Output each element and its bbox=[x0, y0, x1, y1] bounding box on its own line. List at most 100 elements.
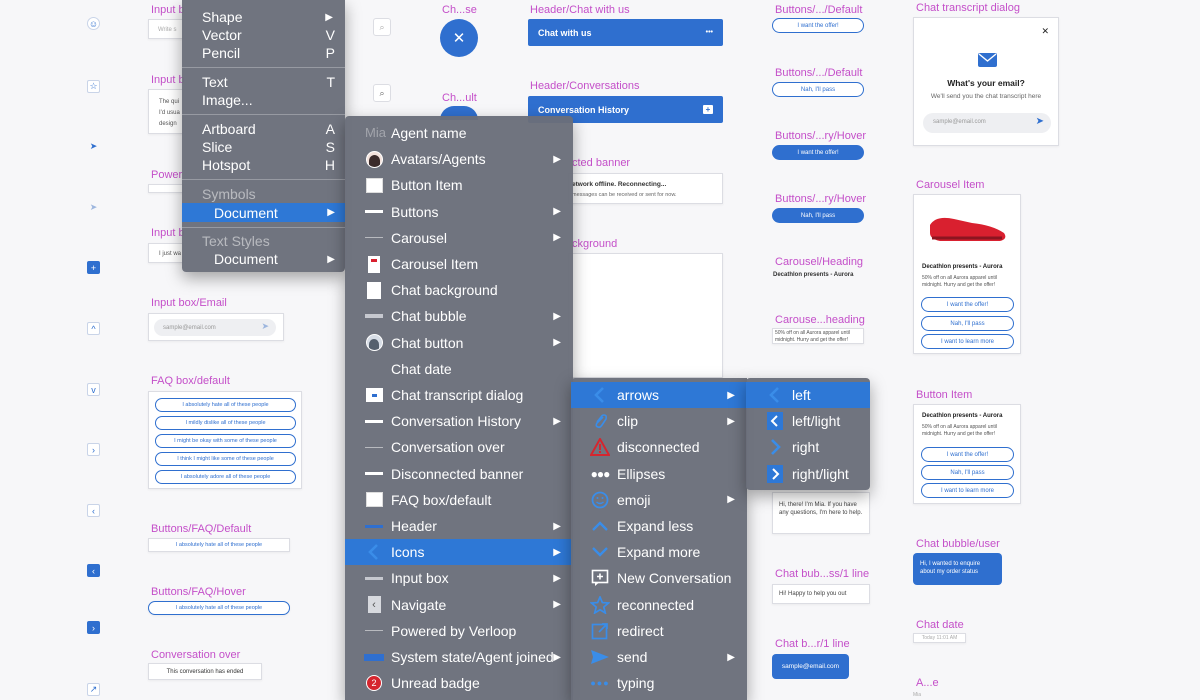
expand-less-icon[interactable]: ^ bbox=[87, 322, 100, 335]
menu-item-expand-less[interactable]: Expand less bbox=[571, 513, 747, 539]
faq-button-hover[interactable]: I absolutely hate all of these people bbox=[148, 601, 290, 615]
nah-pass-button[interactable]: Nah, I'll pass bbox=[921, 316, 1014, 331]
menu-item-avatars-agents[interactable]: Avatars/Agents ▶ bbox=[345, 146, 573, 172]
send-light-icon[interactable]: ➤ bbox=[87, 201, 100, 214]
menu-item-chat-bubble[interactable]: Chat bubble ▶ bbox=[345, 303, 573, 329]
email-field[interactable]: sample@email.com ➤ bbox=[154, 319, 276, 336]
menu-item-disconnected-banner[interactable]: Disconnected banner bbox=[345, 461, 573, 487]
send-icon[interactable]: ➤ bbox=[261, 321, 269, 332]
document-symbols-menu[interactable]: Mia Agent name Avatars/Agents ▶ Button Item… bbox=[345, 116, 573, 700]
want-offer-button[interactable]: I want the offer! bbox=[921, 297, 1014, 312]
faq-option[interactable]: I absolutely adore all of these people bbox=[155, 470, 296, 484]
input-box-artboard[interactable]: Write s bbox=[148, 19, 184, 39]
menu-item-navigate[interactable]: ‹ Navigate ▶ bbox=[345, 592, 573, 618]
menu-item-artboard[interactable]: Artboard A bbox=[182, 120, 345, 138]
menu-item-system-state-agent-joined[interactable]: System state/Agent joined ▶ bbox=[345, 644, 573, 670]
menu-item-powered-by-verloop[interactable]: Powered by Verloop bbox=[345, 618, 573, 644]
button-item-artboard[interactable]: Decathlon presents - Aurora 50% off on a… bbox=[913, 404, 1021, 504]
menu-item-conversation-over[interactable]: Conversation over bbox=[345, 434, 573, 460]
menu-item-pencil[interactable]: Pencil P bbox=[182, 44, 345, 62]
chevron-right-boxed-icon[interactable]: › bbox=[87, 621, 100, 634]
ellipsis-icon[interactable]: ••• bbox=[706, 29, 713, 36]
menu-item-ellipses[interactable]: ●●● Ellipses bbox=[571, 461, 747, 487]
menu-item-emoji[interactable]: emoji ▶ bbox=[571, 487, 747, 513]
menu-item-input-box[interactable]: Input box ▶ bbox=[345, 565, 573, 591]
menu-item-carousel-item[interactable]: Carousel Item bbox=[345, 251, 573, 277]
menu-item-chat-date[interactable]: Chat date bbox=[345, 356, 573, 382]
menu-item-agent-name[interactable]: Agent name bbox=[345, 120, 573, 146]
chat-button-close[interactable]: ✕ bbox=[440, 19, 478, 57]
input-box-artboard[interactable]: I just wa bbox=[148, 243, 184, 263]
faq-button-default[interactable]: I absolutely hate all of these people bbox=[148, 538, 290, 552]
learn-more-button[interactable]: I want to learn more bbox=[921, 483, 1014, 498]
menu-item-symbols-document[interactable]: Document ▶ bbox=[182, 203, 345, 222]
new-conversation-icon[interactable]: + bbox=[703, 105, 713, 114]
menu-item-chat-background[interactable]: Chat background bbox=[345, 277, 573, 303]
menu-item-typing[interactable]: ●●● typing bbox=[571, 670, 747, 696]
menu-item-chat-button[interactable]: Chat button ▶ bbox=[345, 330, 573, 356]
nah-pass-button[interactable]: Nah, I'll pass bbox=[921, 465, 1014, 480]
header-chat-with-us[interactable]: Chat with us ••• bbox=[528, 19, 723, 46]
carousel-item-artboard[interactable]: Decathlon presents - Aurora 50% off on a… bbox=[913, 194, 1021, 354]
menu-item-disconnected[interactable]: disconnected bbox=[571, 434, 747, 460]
faq-option[interactable]: I think I might like some of these peopl… bbox=[155, 452, 296, 466]
nah-pass-hover-button[interactable]: Nah, I'll pass bbox=[772, 208, 864, 223]
chevron-left-boxed-icon[interactable]: ‹ bbox=[87, 564, 100, 577]
input-box-email-artboard[interactable]: sample@email.com ➤ bbox=[148, 313, 284, 341]
menu-item-chat-transcript-dialog[interactable]: Chat transcript dialog bbox=[345, 382, 573, 408]
faq-box-artboard[interactable]: I absolutely hate all of these people I … bbox=[148, 391, 302, 489]
want-offer-hover-button[interactable]: I want the offer! bbox=[772, 145, 864, 160]
menu-item-shape[interactable]: Shape ▶ bbox=[182, 8, 345, 26]
new-conversation-icon[interactable]: + bbox=[87, 261, 100, 274]
chat-transcript-dialog[interactable]: ✕ What's your email? We'll send you the … bbox=[913, 17, 1059, 146]
menu-item-button-item[interactable]: Button Item bbox=[345, 172, 573, 198]
menu-item-image[interactable]: Image... bbox=[182, 91, 345, 109]
chevron-right-icon[interactable]: › bbox=[87, 443, 100, 456]
menu-item-send[interactable]: send ▶ bbox=[571, 644, 747, 670]
powered-by-artboard[interactable] bbox=[148, 184, 184, 193]
menu-item-redirect[interactable]: redirect bbox=[571, 618, 747, 644]
expand-more-icon[interactable]: v bbox=[87, 383, 100, 396]
faq-option[interactable]: I might be okay with some of these peopl… bbox=[155, 434, 296, 448]
menu-item-text-styles-document[interactable]: Document ▶ bbox=[182, 250, 345, 268]
menu-item-clip[interactable]: clip ▶ bbox=[571, 408, 747, 434]
clip-icon[interactable]: ⌕ bbox=[373, 18, 391, 36]
menu-item-buttons[interactable]: Buttons ▶ bbox=[345, 199, 573, 225]
star-icon[interactable]: ☆ bbox=[87, 80, 100, 93]
chevron-left-icon[interactable]: ‹ bbox=[87, 504, 100, 517]
menu-item-header[interactable]: Header ▶ bbox=[345, 513, 573, 539]
icons-submenu[interactable]: arrows ▶ clip ▶ disconnected ●●● Ellipses emoji… bbox=[571, 378, 747, 700]
menu-item-expand-more[interactable]: Expand more bbox=[571, 539, 747, 565]
menu-item-arrows[interactable]: arrows ▶ bbox=[571, 382, 747, 409]
emoji-icon[interactable]: ☺ bbox=[87, 17, 100, 30]
insert-menu[interactable]: Shape ▶ Vector V Pencil P Text T Image..… bbox=[182, 0, 345, 272]
faq-option[interactable]: I mildly dislike all of these people bbox=[155, 416, 296, 430]
arrows-submenu[interactable]: left left/light right right/light bbox=[746, 378, 870, 490]
menu-item-left-light[interactable]: left/light bbox=[746, 408, 870, 434]
menu-item-text[interactable]: Text T bbox=[182, 73, 345, 91]
menu-item-left[interactable]: left bbox=[746, 382, 870, 409]
menu-item-right[interactable]: right bbox=[746, 434, 870, 460]
menu-item-carousel[interactable]: Carousel ▶ bbox=[345, 225, 573, 251]
menu-item-faq-box-default[interactable]: FAQ box/default bbox=[345, 487, 573, 513]
menu-item-vector[interactable]: Vector V bbox=[182, 26, 345, 44]
nah-pass-button[interactable]: Nah, I'll pass bbox=[772, 82, 864, 97]
faq-option[interactable]: I absolutely hate all of these people bbox=[155, 398, 296, 412]
learn-more-button[interactable]: I want to learn more bbox=[921, 334, 1014, 349]
menu-item-hotspot[interactable]: Hotspot H bbox=[182, 156, 345, 174]
transcript-email-field[interactable]: sample@email.com ➤ bbox=[923, 113, 1051, 133]
want-offer-button[interactable]: I want the offer! bbox=[921, 447, 1014, 462]
send-icon[interactable]: ➤ bbox=[87, 140, 100, 153]
want-offer-button[interactable]: I want the offer! bbox=[772, 18, 864, 33]
menu-item-conversation-history[interactable]: Conversation History ▶ bbox=[345, 408, 573, 434]
conversation-over-artboard[interactable]: This conversation has ended bbox=[148, 663, 262, 680]
menu-item-icons[interactable]: Icons ▶ bbox=[345, 539, 573, 566]
menu-item-slice[interactable]: Slice S bbox=[182, 138, 345, 156]
input-box-artboard[interactable]: The qui I'd usua design bbox=[148, 89, 184, 134]
menu-item-unread-badge[interactable]: 2 Unread badge bbox=[345, 670, 573, 696]
close-icon[interactable]: ✕ bbox=[1041, 26, 1049, 37]
paperclip-icon[interactable]: ⌕ bbox=[373, 84, 391, 102]
menu-item-new-conversation[interactable]: New Conversation bbox=[571, 565, 747, 591]
menu-item-reconnected[interactable]: reconnected bbox=[571, 592, 747, 618]
redirect-icon[interactable]: ↗ bbox=[87, 683, 100, 696]
